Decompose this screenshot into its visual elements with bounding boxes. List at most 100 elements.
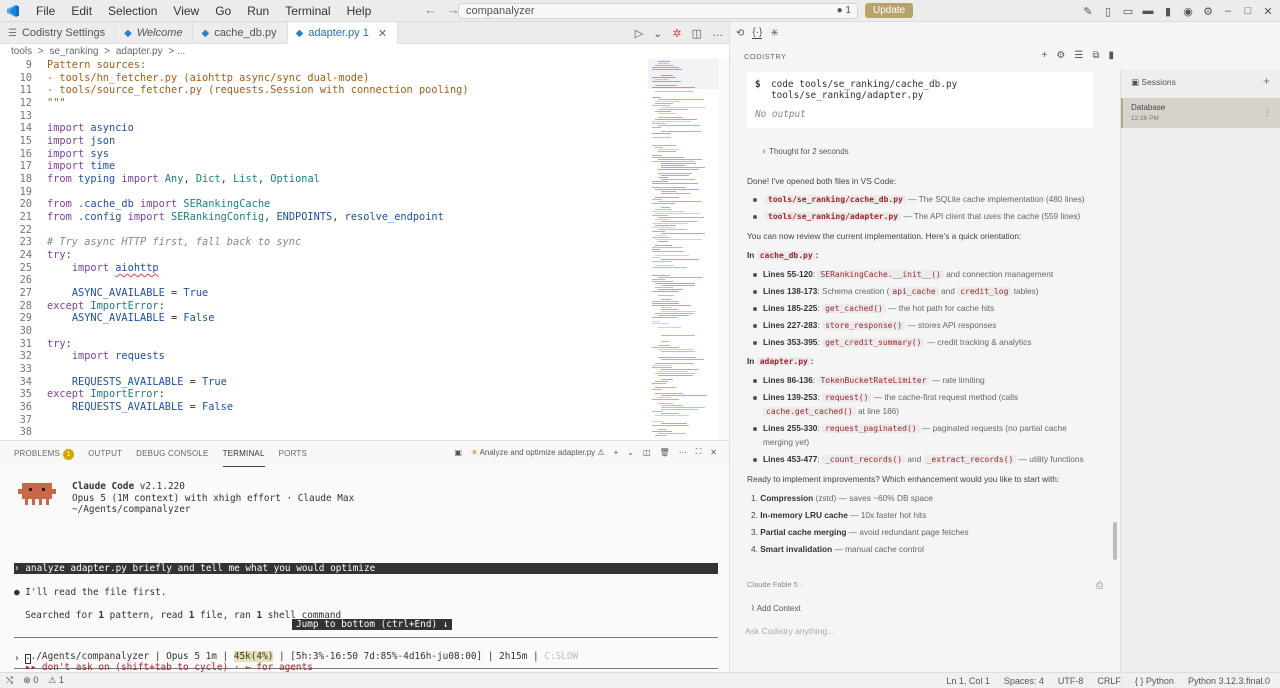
code-editor[interactable]: 9 Pattern sources: 10 - tools/hn_fetcher.p… (0, 59, 729, 440)
run-icon[interactable]: ▷ (635, 27, 643, 40)
toggle-panel-icon[interactable]: ▮ (1108, 50, 1114, 61)
tab-debug-console[interactable]: DEBUG CONSOLE (136, 441, 208, 467)
new-chat-icon[interactable]: + (1042, 50, 1048, 61)
split-terminal-icon[interactable]: ◫ (643, 448, 651, 457)
tab-terminal[interactable]: TERMINAL (222, 441, 265, 467)
bullet (753, 215, 757, 219)
gear-icon[interactable]: ⚙ (1056, 50, 1065, 61)
layout-right-icon[interactable]: ▮ (1162, 5, 1174, 18)
editor-scrollbar[interactable] (718, 59, 729, 440)
line-ending[interactable]: CRLF (1097, 676, 1121, 686)
code-ref[interactable]: store_response() (822, 321, 906, 330)
minimap-line (655, 225, 676, 226)
chat-scrollbar[interactable] (1113, 522, 1117, 560)
close-window-icon[interactable]: ✕ (1262, 5, 1274, 18)
breadcrumb-item[interactable]: adapter.py (116, 46, 163, 57)
menu-help[interactable]: Help (339, 0, 380, 22)
code-ref[interactable]: _count_records() (822, 455, 906, 464)
menu-run[interactable]: Run (239, 0, 277, 22)
warnings-count[interactable]: ⚠ 1 (48, 675, 64, 686)
errors-count[interactable]: ⊗ 0 (23, 675, 38, 686)
add-context-button[interactable]: ⌇ Add Context (751, 604, 801, 613)
encoding[interactable]: UTF-8 (1058, 676, 1084, 686)
code-ref[interactable]: request() (822, 393, 872, 402)
model-selector[interactable]: Claude Fable 5 · (747, 580, 802, 589)
layout-editor-icon[interactable]: ▭ (1122, 5, 1134, 18)
chat-history-icon[interactable]: ⟲ (736, 28, 744, 39)
minimize-icon[interactable]: – (1222, 5, 1234, 17)
debug-icon[interactable]: ✲ (672, 27, 681, 40)
layout-sidebar-icon[interactable]: ▯ (1102, 5, 1114, 18)
thought-indicator[interactable]: ♀ Thought for 2 seconds (761, 147, 849, 156)
file-path-link[interactable]: tools/se_ranking/cache_db.py (765, 195, 906, 204)
file-path-link[interactable]: tools/se_ranking/adapter.py (765, 212, 902, 221)
sessions-icon: ▣ (1131, 77, 1140, 87)
python-interpreter[interactable]: Python 3.12.3.final.0 (1188, 676, 1270, 686)
settings-gear-icon[interactable]: ⚙ (1202, 5, 1214, 18)
breadcrumb-item[interactable]: tools (11, 46, 32, 57)
code-ref[interactable]: get_credit_summary() (822, 338, 925, 347)
menu-view[interactable]: View (165, 0, 207, 22)
chevron-down-icon[interactable]: ⌄ (653, 27, 662, 40)
language-mode[interactable]: { } Python (1135, 676, 1174, 686)
more-actions-icon[interactable]: ⋯ (679, 448, 687, 457)
chat-input[interactable]: Ask Codistry anything... (745, 626, 834, 636)
code-ref[interactable]: SERankingCache.__init__() (817, 270, 944, 279)
terminal[interactable]: Claude Code v2.1.220 Opus 5 (1M context)… (0, 467, 729, 673)
trash-icon[interactable]: 🗑 (660, 448, 670, 457)
layout-panel-icon[interactable]: ▬ (1142, 5, 1154, 17)
save-icon[interactable]: ⎙ (1096, 580, 1103, 591)
new-terminal-icon[interactable]: + (614, 448, 619, 457)
tab-cache-db[interactable]: ◆ cache_db.py (193, 22, 288, 44)
spark-icon[interactable]: ✳ (770, 28, 778, 39)
close-panel-icon[interactable]: ✕ (710, 448, 717, 457)
session-menu-icon[interactable]: ⋮ (1263, 107, 1272, 118)
cursor-position[interactable]: Ln 1, Col 1 (946, 676, 990, 686)
tab-welcome[interactable]: ◆ Welcome (116, 22, 194, 44)
task-item[interactable]: ✳ Analyze and optimize adapter.py ⚠ (471, 448, 605, 457)
session-item[interactable]: Database 12:36 PM ⋮ (1121, 98, 1280, 128)
tab-problems[interactable]: PROBLEMS 1 (14, 441, 75, 467)
code-ref[interactable]: get_cached() (822, 304, 886, 313)
chevron-down-icon[interactable]: ⌄ (627, 448, 634, 457)
split-editor-icon[interactable]: ◫ (692, 27, 702, 40)
menu-edit[interactable]: Edit (63, 0, 100, 22)
jump-to-bottom-button[interactable]: Jump to bottom (ctrl+End) ↓ (292, 619, 453, 630)
maximize-panel-icon[interactable]: ⛶ (696, 447, 702, 457)
more-actions-icon[interactable]: … (712, 27, 723, 39)
braces-icon[interactable]: {·} (752, 27, 763, 39)
minimap[interactable] (648, 59, 718, 440)
code-ref[interactable]: _extract_records() (923, 455, 1017, 464)
close-tab-icon[interactable]: ✕ (378, 27, 387, 40)
minimap-line (661, 359, 704, 360)
menu-selection[interactable]: Selection (100, 0, 165, 22)
code-ref[interactable]: request_paginated() (822, 424, 920, 433)
menu-terminal[interactable]: Terminal (277, 0, 338, 22)
account-icon[interactable]: ◉ (1182, 5, 1194, 18)
code-ref[interactable]: TokenBucketRateLimiter (817, 376, 930, 385)
code-ref[interactable]: cache.get_cached() (763, 407, 856, 416)
option-desc: (zstd) — saves ~60% DB space (813, 493, 933, 503)
tab-output[interactable]: OUTPUT (88, 441, 122, 467)
remote-icon[interactable]: ⤭ (6, 675, 13, 686)
copy-icon[interactable]: ⧉ (1092, 50, 1099, 61)
minimap-line (655, 435, 667, 436)
breadcrumb-item[interactable]: > ... (168, 46, 185, 57)
command-center-search[interactable]: companalyzer ● 1 (458, 3, 858, 19)
tab-adapter[interactable]: ◆ adapter.py 1 ✕ (287, 22, 399, 44)
breadcrumb-item[interactable]: se_ranking (50, 46, 99, 57)
menu-file[interactable]: File (28, 0, 63, 22)
indentation[interactable]: Spaces: 4 (1004, 676, 1044, 686)
tab-ports[interactable]: PORTS (279, 441, 307, 467)
new-session-icon[interactable]: + (1263, 74, 1270, 88)
update-button[interactable]: Update (865, 3, 914, 18)
menu-go[interactable]: Go (207, 0, 239, 22)
minimap-viewport[interactable] (648, 59, 718, 89)
code-ref[interactable]: credit_log (957, 287, 1012, 296)
code-ref[interactable]: api_cache (889, 287, 939, 296)
maximize-icon[interactable]: □ (1242, 5, 1254, 17)
back-arrow-icon[interactable]: ← (424, 2, 437, 17)
list-icon[interactable]: ☰ (1074, 50, 1083, 61)
paint-icon[interactable]: ✎ (1082, 5, 1094, 18)
tab-codistry-settings[interactable]: ☰ Codistry Settings (0, 22, 117, 44)
